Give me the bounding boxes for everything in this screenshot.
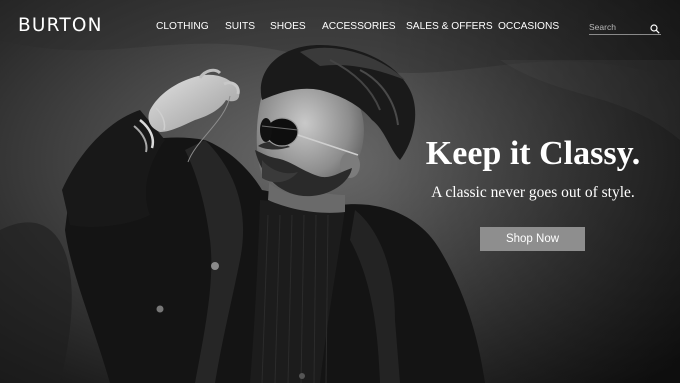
shop-now-button[interactable]: Shop Now [480, 227, 585, 251]
nav-item-occasions[interactable]: OCCASIONS [498, 20, 559, 34]
search-bar [589, 19, 661, 35]
nav-item-shoes[interactable]: SHOES [270, 20, 306, 34]
brand-logo[interactable]: BURTON [18, 15, 103, 37]
search-input[interactable] [589, 19, 645, 34]
nav-item-sales-offers[interactable]: SALES & OFFERS [406, 20, 493, 34]
hero-headline: Keep it Classy. [425, 135, 641, 172]
top-navigation: BURTON CLOTHING SUITS SHOES ACCESSORIES … [0, 0, 680, 54]
nav-item-clothing[interactable]: CLOTHING [156, 20, 209, 34]
nav-item-suits[interactable]: SUITS [225, 20, 255, 34]
hero-tagline: A classic never goes out of style. [431, 184, 635, 201]
search-icon[interactable] [650, 21, 660, 34]
nav-item-accessories[interactable]: ACCESSORIES [322, 20, 396, 34]
